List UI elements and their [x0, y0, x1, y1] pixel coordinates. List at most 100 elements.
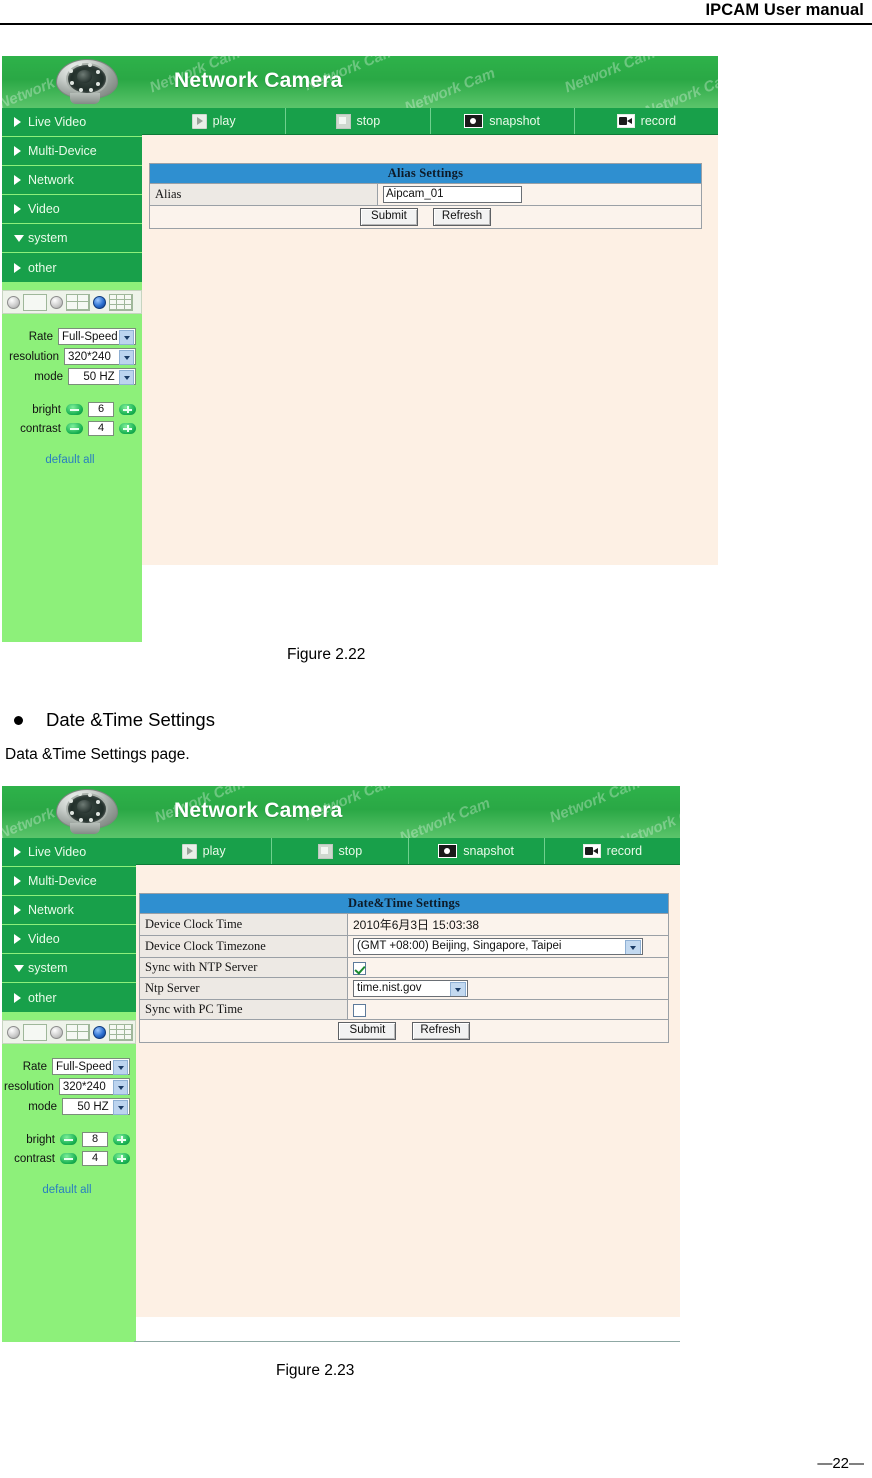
sidebar-item-label: Video: [28, 202, 60, 216]
view-mode-radio-2[interactable]: [50, 1025, 63, 1039]
app-title: Network Camera: [174, 799, 343, 822]
settings-content-pane: Date&Time Settings Device Clock Time 201…: [136, 865, 680, 1369]
sidebar-item-multi-device[interactable]: Multi-Device: [2, 137, 142, 166]
mode-row: mode 50 HZ: [4, 1098, 130, 1115]
ipcam-screenshot-datetime-settings: Network Cam Network Cam Network Cam Netw…: [2, 786, 680, 1369]
resolution-label: resolution: [9, 350, 59, 363]
contrast-increase-button[interactable]: [113, 1153, 130, 1164]
sidebar-item-network[interactable]: Network: [2, 166, 142, 195]
refresh-button[interactable]: Refresh: [433, 208, 492, 226]
sync-with-ntp-checkbox[interactable]: [353, 961, 366, 975]
layout-single-icon[interactable]: [23, 293, 47, 311]
bright-value[interactable]: 8: [82, 1132, 108, 1147]
table-actions-row: Submit Refresh: [149, 205, 702, 229]
snapshot-label: snapshot: [463, 844, 514, 858]
app-body: Live Video Multi-Device Network Video sy…: [2, 838, 680, 1369]
mode-select[interactable]: 50 HZ: [68, 368, 136, 385]
submit-button[interactable]: Submit: [359, 208, 418, 226]
resolution-row: resolution 320*240: [4, 348, 136, 365]
sync-pc-time-value-cell: [347, 999, 669, 1020]
contrast-value[interactable]: 4: [82, 1151, 108, 1166]
default-all-link[interactable]: default all: [4, 454, 136, 466]
resolution-select[interactable]: 320*240: [64, 348, 136, 365]
layout-single-icon[interactable]: [23, 1023, 47, 1041]
bright-value[interactable]: 6: [88, 402, 114, 417]
bright-decrease-button[interactable]: [66, 404, 83, 415]
sidebar-item-system[interactable]: system: [2, 224, 142, 253]
section-bullet-heading: Date &Time Settings: [14, 709, 215, 731]
chevron-right-icon: [14, 204, 21, 214]
ntp-server-select[interactable]: time.nist.gov: [353, 980, 468, 997]
mode-select[interactable]: 50 HZ: [62, 1098, 130, 1115]
record-button[interactable]: record: [575, 108, 718, 134]
sidebar-item-live-video[interactable]: Live Video: [2, 838, 136, 867]
settings-content-pane: Alias Settings Alias Aipcam_01 Submit Re…: [142, 135, 718, 669]
stop-button[interactable]: stop: [286, 108, 431, 134]
snapshot-icon: [464, 114, 484, 128]
rate-select[interactable]: Full-Speed: [52, 1058, 130, 1075]
record-label: record: [640, 114, 677, 128]
stop-icon: [317, 843, 333, 859]
watermark-text: Network Cam: [397, 794, 493, 838]
view-mode-radio-1[interactable]: [7, 295, 20, 309]
view-mode-radio-3-selected[interactable]: [93, 1025, 106, 1039]
default-all-link[interactable]: default all: [4, 1184, 130, 1196]
view-mode-radio-1[interactable]: [7, 1025, 20, 1039]
figure-bottom-rule: [134, 1341, 680, 1342]
refresh-button[interactable]: Refresh: [411, 1022, 470, 1040]
play-button[interactable]: play: [136, 838, 273, 864]
left-sidebar: Live Video Multi-Device Network Video sy…: [2, 108, 142, 642]
alias-label: Alias: [149, 183, 378, 206]
chevron-right-icon: [14, 146, 21, 156]
figure-caption-223: Figure 2.23: [276, 1362, 355, 1379]
view-mode-radio-2[interactable]: [50, 295, 63, 309]
stop-button[interactable]: stop: [272, 838, 409, 864]
sidebar-item-other[interactable]: other: [2, 983, 136, 1012]
layout-quad-icon[interactable]: [66, 293, 90, 311]
resolution-select[interactable]: 320*240: [58, 1078, 130, 1095]
table-header-row: Alias Settings: [149, 163, 702, 184]
sidebar-item-network[interactable]: Network: [2, 896, 136, 925]
camera-dome-icon: [50, 787, 122, 835]
chevron-right-icon: [14, 876, 21, 886]
app-body: Live Video Multi-Device Network Video sy…: [2, 108, 718, 669]
bright-decrease-button[interactable]: [60, 1134, 77, 1145]
left-sidebar: Live Video Multi-Device Network Video sy…: [2, 838, 136, 1342]
sidebar-item-system[interactable]: system: [2, 954, 136, 983]
submit-button[interactable]: Submit: [338, 1022, 397, 1040]
bright-row: bright 8: [4, 1132, 130, 1147]
layout-nine-icon[interactable]: [109, 1023, 133, 1041]
contrast-value[interactable]: 4: [88, 421, 114, 436]
ipcam-screenshot-alias-settings: Network Cam Network Cam Network Cam Netw…: [2, 56, 718, 669]
sidebar-item-live-video[interactable]: Live Video: [2, 108, 142, 137]
chevron-down-icon: [14, 234, 24, 242]
snapshot-button[interactable]: snapshot: [431, 108, 575, 134]
resolution-value: 320*240: [62, 1080, 106, 1093]
rate-select[interactable]: Full-Speed: [58, 328, 136, 345]
contrast-increase-button[interactable]: [119, 423, 136, 434]
bright-increase-button[interactable]: [119, 404, 136, 415]
snapshot-label: snapshot: [489, 114, 540, 128]
sidebar-item-multi-device[interactable]: Multi-Device: [2, 867, 136, 896]
layout-nine-icon[interactable]: [109, 293, 133, 311]
timezone-select[interactable]: (GMT +08:00) Beijing, Singapore, Taipei: [353, 938, 643, 955]
alias-settings-table: Alias Settings Alias Aipcam_01 Submit Re…: [149, 163, 702, 229]
alias-value-cell: Aipcam_01: [377, 183, 702, 206]
sidebar-item-other[interactable]: other: [2, 253, 142, 282]
snapshot-icon: [438, 844, 458, 858]
record-button[interactable]: record: [545, 838, 680, 864]
contrast-decrease-button[interactable]: [66, 423, 83, 434]
sidebar-item-video[interactable]: Video: [2, 195, 142, 224]
bright-increase-button[interactable]: [113, 1134, 130, 1145]
snapshot-button[interactable]: snapshot: [409, 838, 545, 864]
sidebar-item-video[interactable]: Video: [2, 925, 136, 954]
layout-quad-icon[interactable]: [66, 1023, 90, 1041]
sync-with-pc-time-checkbox[interactable]: [353, 1003, 366, 1017]
video-toolbar: play stop snapshot record: [136, 838, 680, 865]
sidebar-item-label: Multi-Device: [28, 874, 97, 888]
header-divider: [0, 23, 872, 25]
contrast-decrease-button[interactable]: [60, 1153, 77, 1164]
view-mode-radio-3-selected[interactable]: [93, 295, 106, 309]
play-button[interactable]: play: [142, 108, 287, 134]
alias-input[interactable]: Aipcam_01: [383, 186, 522, 203]
